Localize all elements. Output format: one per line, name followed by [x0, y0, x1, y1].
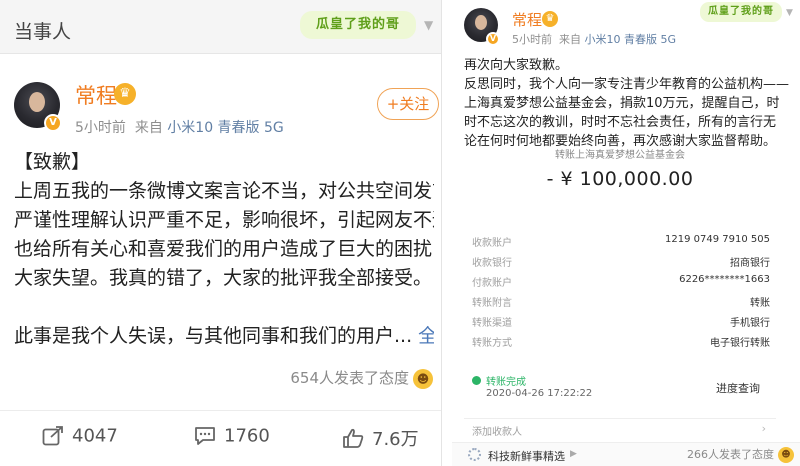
repost-count: 4047 — [72, 425, 118, 447]
sticker-banner: 瓜皇了我的哥 — [300, 11, 416, 39]
topic-icon — [468, 448, 481, 461]
smiley-icon: ☻ — [778, 447, 794, 463]
crown-icon: ♛ — [114, 83, 136, 105]
post-time: 5小时前 — [75, 120, 126, 136]
smiley-icon: ☻ — [413, 368, 433, 389]
transfer-details: 收款账户 1219 0749 7910 505 收款银行 招商银行 付款账户 6226… — [464, 230, 776, 350]
detail-value: 手机银行 — [730, 318, 770, 329]
post-line: 时不忘这次的教训，时时不忘社会责任，所有的言行无 — [464, 115, 777, 130]
post-meta: 5小时前 来自 小米10 青春版 5G — [512, 31, 676, 47]
post-line: 严谨性理解认识严重不足，影响很坏，引起网友不适， — [14, 209, 434, 231]
post-body: 再次向大家致歉。 反思同时，我个人向一家专注青少年教育的公益机构—— 上海真爱梦… — [464, 56, 796, 151]
add-payee-row[interactable]: 添加收款人 › — [464, 418, 776, 438]
post-meta: 5小时前 来自 小米10 青春版 5G — [75, 117, 284, 137]
detail-value: 电子银行转账 — [710, 338, 770, 349]
follow-button[interactable]: +关注 — [377, 88, 439, 120]
reactions-text: 654人发表了态度 — [290, 369, 409, 387]
post-line: 反思同时，我个人向一家专注青少年教育的公益机构—— — [464, 77, 790, 92]
detail-row: 收款银行 招商银行 — [464, 250, 776, 270]
transfer-amount: - ¥ 100,000.00 — [546, 168, 694, 190]
detail-row: 收款账户 1219 0749 7910 505 — [464, 230, 776, 250]
detail-row: 转账方式 电子银行转账 — [464, 330, 776, 350]
reactions-summary[interactable]: 654人发表了态度 ☻ — [290, 367, 433, 389]
detail-row: 付款账户 6226********1663 — [464, 270, 776, 290]
detail-key: 付款账户 — [472, 278, 512, 289]
action-bar: 4047 1760 7.6万 — [0, 410, 441, 466]
crown-icon: ♛ — [542, 11, 558, 27]
post-footer: 科技新鲜事精选 ▶ 266人发表了态度 ☻ — [452, 442, 800, 466]
post-line: 大家失望。我真的错了，大家的批评我全部接受。 — [14, 267, 433, 289]
post-line: 【致歉】 — [14, 151, 91, 173]
chevron-down-icon[interactable]: ▼ — [424, 18, 433, 32]
comment-icon — [195, 427, 215, 445]
repost-button[interactable]: 4047 — [42, 425, 118, 453]
chevron-down-icon[interactable]: ▼ — [786, 8, 793, 18]
weibo-post-panel: 当事人 瓜皇了我的哥 ▼ V 常程 ♛ 5小时前 来自 小米10 青春版 5G … — [0, 0, 442, 466]
chevron-right-icon: › — [761, 422, 766, 435]
detail-key: 转账渠道 — [472, 318, 512, 329]
post-source[interactable]: 小米10 青春版 5G — [585, 33, 677, 46]
post-body: 【致歉】 上周五我的一条微博文案言论不当，对公共空间发言的 严谨性理解认识严重不… — [14, 148, 434, 351]
post-line-truncated: 此事是我个人失误，与其他同事和我们的用户... 全文 — [14, 322, 434, 351]
status-text: 转账完成 — [486, 377, 526, 388]
full-text-link[interactable]: 全文 — [418, 325, 434, 347]
status-date: 2020-04-26 17:22:22 — [486, 388, 593, 399]
like-icon — [343, 428, 364, 448]
page-title: 当事人 — [14, 21, 72, 43]
source-prefix: 来自 — [134, 120, 163, 136]
user-name[interactable]: 常程 — [512, 9, 542, 30]
post-line: 也给所有关心和喜爱我们的用户造成了巨大的困扰，让 — [14, 238, 434, 260]
source-prefix: 来自 — [559, 33, 581, 46]
detail-value: 招商银行 — [730, 258, 770, 269]
post-line: 上海真爱梦想公益基金会，捐款10万元，提醒自己，时 — [464, 96, 780, 111]
post-line: 再次向大家致歉。 — [464, 58, 569, 73]
sticker-banner: 瓜皇了我的哥 — [700, 2, 782, 22]
post-time: 5小时前 — [512, 33, 552, 46]
detail-key: 转账附言 — [472, 298, 512, 309]
comment-count: 1760 — [224, 425, 270, 447]
like-count: 7.6万 — [372, 429, 419, 450]
detail-key: 收款账户 — [472, 238, 512, 249]
detail-key: 转账方式 — [472, 338, 512, 349]
progress-query-link[interactable]: 进度查询 — [716, 380, 760, 396]
truncated-text: 此事是我个人失误，与其他同事和我们的用户... — [14, 325, 413, 347]
post-source[interactable]: 小米10 青春版 5G — [167, 120, 283, 136]
add-payee-label: 添加收款人 — [472, 427, 522, 438]
repost-icon — [42, 426, 63, 446]
post-line: 上周五我的一条微博文案言论不当，对公共空间发言的 — [14, 180, 434, 202]
receipt-title: 转账上海真爱梦想公益基金会 — [555, 150, 685, 161]
detail-value: 1219 0749 7910 505 — [665, 234, 770, 245]
detail-value: 6226********1663 — [679, 274, 770, 285]
verified-badge-icon: V — [44, 114, 62, 132]
status-dot-icon — [472, 376, 481, 385]
reactions-text: 266人发表了态度 — [687, 448, 774, 461]
chevron-right-icon: ▶ — [570, 449, 577, 459]
reactions-summary[interactable]: 266人发表了态度 ☻ — [687, 446, 794, 463]
detail-row: 转账附言 转账 — [464, 290, 776, 310]
verified-badge-icon: V — [486, 32, 500, 46]
transfer-status: 转账完成 2020-04-26 17:22:22 进度查询 — [464, 370, 776, 410]
detail-value: 转账 — [750, 298, 770, 309]
top-bar: 当事人 瓜皇了我的哥 ▼ — [0, 0, 441, 54]
weibo-post-detail-panel: V 常程 ♛ 5小时前 来自 小米10 青春版 5G 瓜皇了我的哥 ▼ 再次向大… — [452, 0, 800, 466]
detail-key: 收款银行 — [472, 258, 512, 269]
comment-button[interactable]: 1760 — [194, 425, 270, 453]
user-name[interactable]: 常程 — [75, 80, 117, 110]
like-button[interactable]: 7.6万 — [342, 425, 419, 453]
detail-row: 转账渠道 手机银行 — [464, 310, 776, 330]
topic-tag[interactable]: 科技新鲜事精选 — [488, 448, 565, 464]
